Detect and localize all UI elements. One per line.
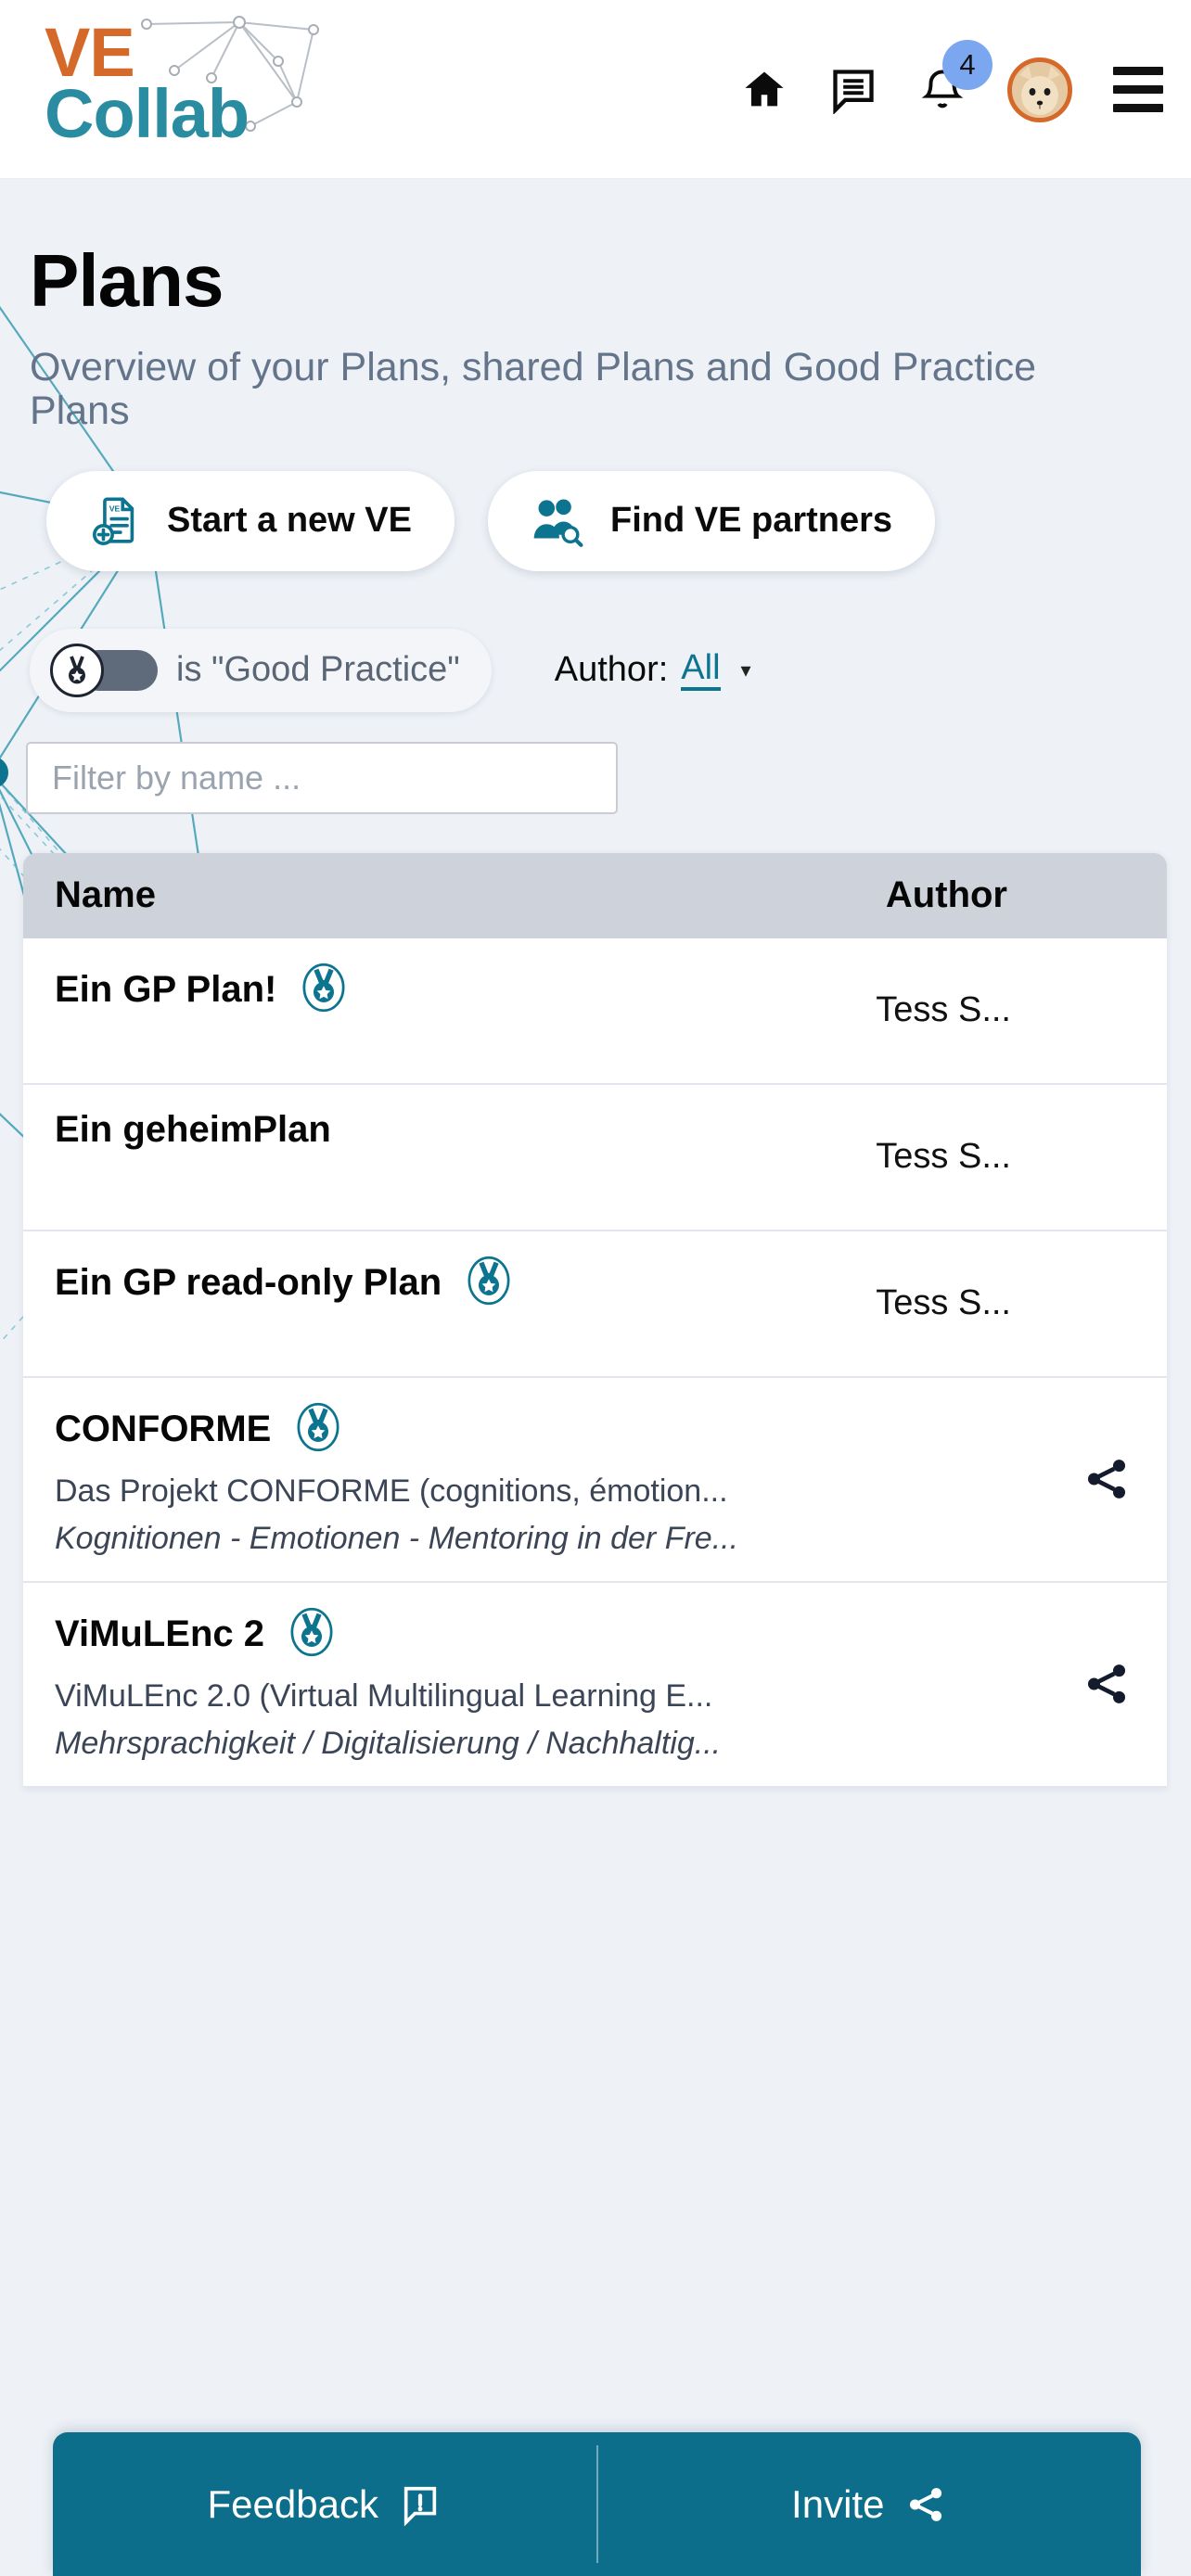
app-logo[interactable]: VE Collab (37, 13, 334, 169)
share-cell (1046, 1231, 1167, 1376)
plan-author (768, 1378, 1046, 1581)
table-header-row: Name Author (23, 852, 1167, 938)
avatar-image (1012, 61, 1068, 118)
share-icon (910, 2487, 942, 2521)
feedback-label: Feedback (207, 2481, 378, 2526)
home-icon[interactable] (740, 66, 788, 114)
user-avatar[interactable] (1007, 57, 1072, 122)
share-cell (1046, 1085, 1167, 1230)
toggle-knob (50, 643, 104, 697)
plan-name: Ein geheimPlan (55, 1108, 331, 1150)
plan-name: CONFORME (55, 1408, 272, 1449)
bell-icon[interactable]: 4 (918, 39, 992, 114)
filter-bar: is "Good Practice" Author: All ▾ (0, 628, 1191, 712)
table-row[interactable]: Ein GP read-only Plan Tess S... (23, 1231, 1167, 1378)
plan-subtitle: Kognitionen - Emotionen - Mentoring in d… (55, 1520, 739, 1556)
chevron-down-icon[interactable]: ▾ (741, 658, 751, 682)
toggle-switch[interactable] (50, 643, 158, 697)
chat-icon[interactable] (829, 66, 877, 114)
start-new-ve-label: Start a new VE (167, 501, 412, 541)
find-ve-partners-label: Find VE partners (609, 501, 893, 541)
plan-author: Tess S... (876, 1137, 1011, 1177)
good-practice-badge-icon (293, 1402, 343, 1457)
author-filter-label: Author: (554, 650, 669, 690)
plan-author: Tess S... (876, 1283, 1011, 1323)
logo-text-collab: Collab (45, 75, 250, 152)
table-row[interactable]: Ein GP Plan! Tess S... (23, 937, 1167, 1085)
page-scrollbar[interactable] (1182, 358, 1191, 2576)
plan-name: Ein GP read-only Plan (55, 1261, 442, 1303)
column-header-author: Author (885, 874, 1007, 916)
good-practice-badge-icon (464, 1256, 514, 1310)
plan-name: Ein GP Plan! (55, 968, 277, 1010)
plan-name: ViMuLEnc 2 (55, 1613, 264, 1654)
plan-subtitle: Mehrsprachigkeit / Digitalisierung / Nac… (55, 1725, 722, 1761)
good-practice-toggle[interactable]: is "Good Practice" (30, 628, 492, 712)
bottom-action-bar: Feedback Invite (53, 2432, 1141, 2576)
column-header-name: Name (55, 874, 156, 916)
hero-action-buttons: VE Start a new VE Find VE partners (30, 470, 1161, 571)
medal-icon (69, 655, 85, 683)
new-ve-document-icon: VE (92, 497, 134, 545)
find-ve-partners-button[interactable]: Find VE partners (487, 470, 936, 571)
header-nav-icons: 4 (740, 0, 1163, 179)
start-new-ve-button[interactable]: VE Start a new VE (46, 470, 455, 571)
invite-label: Invite (791, 2481, 885, 2526)
page-body: Plans Overview of your Plans, shared Pla… (0, 179, 1191, 2576)
share-cell (1046, 938, 1167, 1083)
share-icon[interactable] (1046, 1378, 1167, 1581)
good-practice-toggle-label: is "Good Practice" (176, 650, 460, 690)
plan-description: ViMuLEnc 2.0 (Virtual Multilingual Learn… (55, 1677, 713, 1714)
plans-table: Name Author Ein GP Plan! Tess S... Ein g… (23, 852, 1167, 1788)
author-filter[interactable]: Author: All ▾ (554, 649, 751, 691)
feedback-chat-icon (403, 2486, 437, 2526)
notification-badge: 4 (942, 39, 992, 90)
svg-text:VE: VE (109, 504, 121, 513)
table-row[interactable]: CONFORME Das Projekt CONFORME (cognition… (23, 1377, 1167, 1583)
good-practice-badge-icon (299, 963, 349, 1017)
name-filter-field[interactable] (26, 741, 618, 814)
feedback-button[interactable]: Feedback (53, 2432, 596, 2576)
table-row[interactable]: ViMuLEnc 2 ViMuLEnc 2.0 (Virtual Multili… (23, 1582, 1167, 1788)
page-subtitle: Overview of your Plans, shared Plans and… (30, 345, 1037, 434)
app-header: VE Collab 4 (0, 0, 1191, 179)
find-partners-icon (533, 499, 583, 547)
search-input[interactable] (52, 758, 592, 797)
table-row[interactable]: Ein geheimPlan Tess S... (23, 1084, 1167, 1231)
plan-description: Das Projekt CONFORME (cognitions, émotio… (55, 1473, 728, 1509)
hamburger-menu-icon[interactable] (1113, 67, 1163, 112)
good-practice-badge-icon (287, 1607, 337, 1662)
plan-author (768, 1583, 1046, 1786)
hero-section: Plans Overview of your Plans, shared Pla… (0, 179, 1191, 571)
page-title: Plans (30, 239, 224, 322)
plan-author: Tess S... (876, 990, 1011, 1030)
share-icon[interactable] (1046, 1583, 1167, 1786)
author-filter-value[interactable]: All (681, 649, 721, 691)
invite-button[interactable]: Invite (598, 2432, 1142, 2576)
